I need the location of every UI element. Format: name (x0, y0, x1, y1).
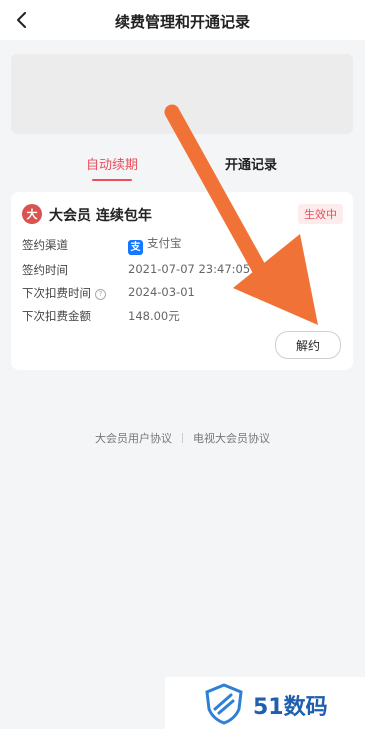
page-title: 续费管理和开通记录 (114, 13, 250, 31)
divider (182, 433, 183, 443)
shield-logo-icon (205, 683, 243, 725)
tab-open-records[interactable]: 开通记录 (225, 154, 277, 173)
next-charge-time-label: 下次扣费时间 (22, 286, 91, 300)
top-bar: 续费管理和开通记录 (0, 0, 365, 40)
row-value-sign-time: 2021-07-07 23:47:05 (128, 262, 251, 276)
subscription-title: 大会员 连续包年 (49, 208, 152, 224)
row-label-channel: 签约渠道 (22, 238, 68, 252)
subscription-card: 大 大会员 连续包年 生效中 签约渠道 支支付宝 签约时间 2021-07-07… (11, 192, 353, 370)
vip-badge-icon: 大 (22, 204, 42, 224)
row-value-next-charge-amount: 148.00元 (128, 309, 180, 323)
cancel-subscription-button[interactable]: 解约 (275, 331, 341, 359)
active-tab-indicator (92, 179, 132, 181)
row-label-next-charge-amount: 下次扣费金额 (22, 309, 91, 323)
watermark-text: 51数码 (253, 695, 328, 720)
tab-auto-renew[interactable]: 自动续期 (86, 154, 138, 173)
vip-user-agreement-link[interactable]: 大会员用户协议 (95, 432, 172, 445)
alipay-icon: 支 (128, 240, 143, 255)
row-value-next-charge-time: 2024-03-01 (128, 285, 195, 299)
row-label-sign-time: 签约时间 (22, 263, 68, 277)
row-label-next-charge-time: 下次扣费时间? (22, 285, 106, 301)
banner-placeholder (11, 54, 353, 134)
tv-vip-agreement-link[interactable]: 电视大会员协议 (193, 432, 270, 445)
footer-links: 大会员用户协议 电视大会员协议 (0, 430, 365, 446)
tab-bar: 自动续期 开通记录 (0, 146, 365, 182)
help-icon[interactable]: ? (95, 289, 106, 300)
channel-value: 支付宝 (147, 236, 182, 250)
watermark: 51数码 (165, 677, 365, 729)
row-value-channel: 支支付宝 (128, 235, 182, 255)
status-badge: 生效中 (298, 204, 343, 224)
